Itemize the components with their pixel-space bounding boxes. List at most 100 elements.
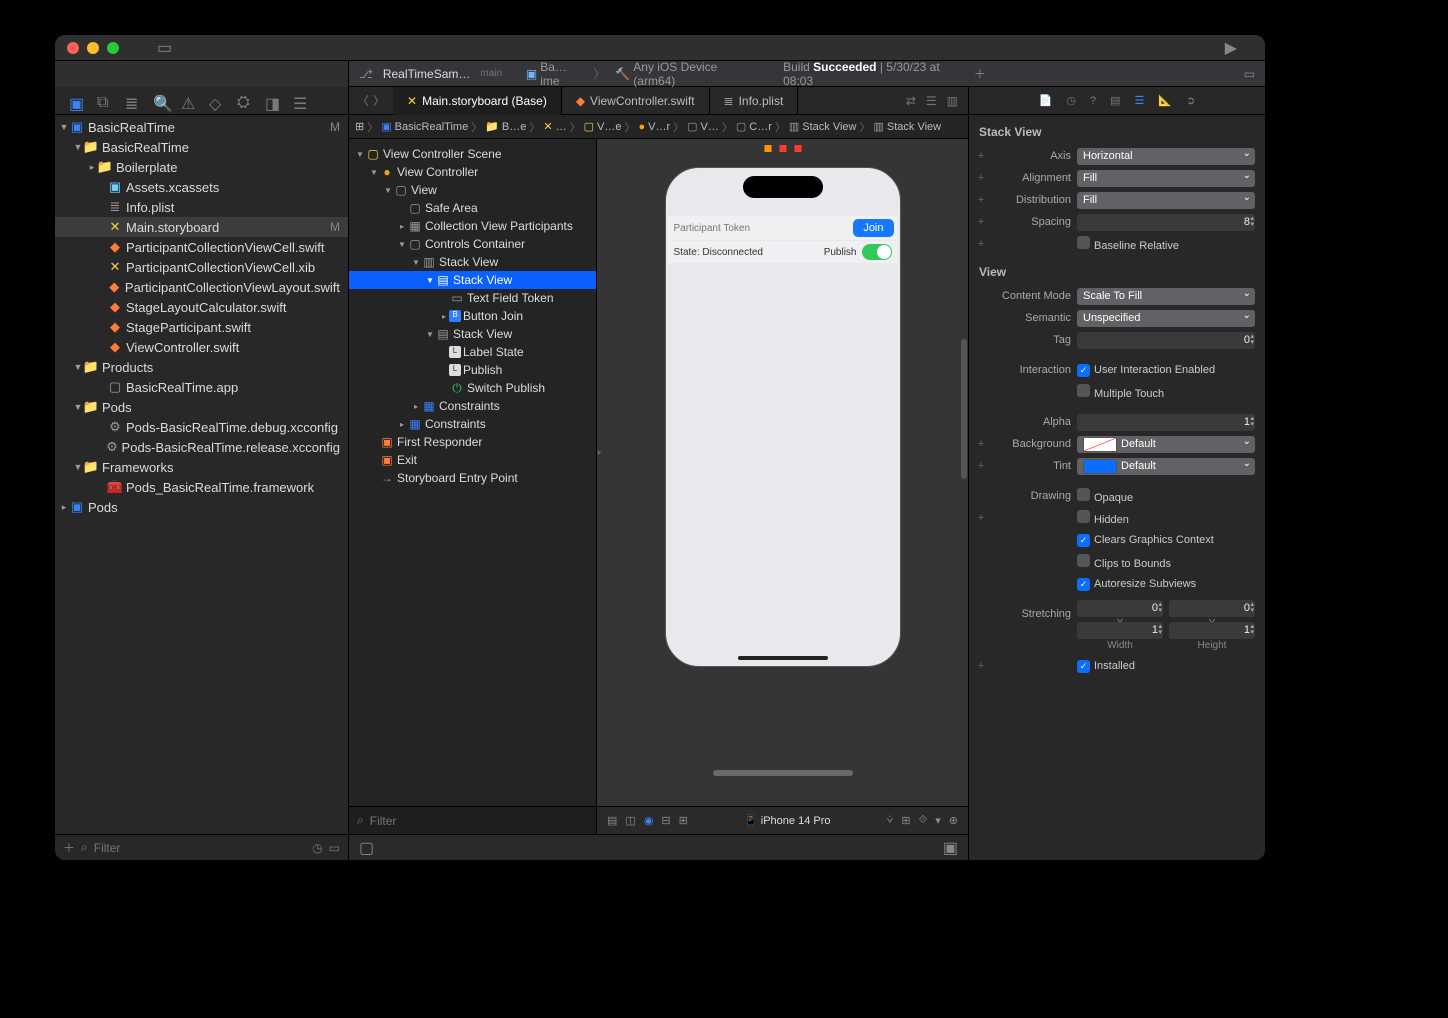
storyboard-canvas[interactable]: → Join State: Disconnected: [597, 139, 968, 806]
tint-select[interactable]: Default: [1077, 458, 1255, 475]
library-icon[interactable]: ⊕: [949, 814, 958, 827]
axis-select[interactable]: Horizontal: [1077, 148, 1255, 165]
outline-label-state[interactable]: LLabel State: [349, 343, 596, 361]
outline-constraints2[interactable]: ▸▦Constraints: [349, 415, 596, 433]
preview-join-button[interactable]: Join: [853, 219, 893, 237]
history-inspector-icon[interactable]: ◷: [1066, 94, 1076, 107]
close-window-button[interactable]: [67, 42, 79, 54]
navigator-filter-input[interactable]: [94, 841, 306, 855]
file-inspector-icon[interactable]: 📄: [1039, 94, 1053, 107]
attributes-inspector-icon[interactable]: ☰: [1135, 94, 1145, 107]
alpha-input[interactable]: 1▴▾: [1077, 414, 1255, 431]
forward-button[interactable]: 〉: [373, 92, 385, 109]
stretch-x-input[interactable]: 0▴▾: [1077, 600, 1163, 617]
tab-viewcontroller[interactable]: ◆ViewController.swift: [562, 87, 710, 115]
outline-first-responder[interactable]: ▣First Responder: [349, 433, 596, 451]
tree-frameworks[interactable]: ▼📁Frameworks: [55, 457, 348, 477]
tree-products[interactable]: ▼📁Products: [55, 357, 348, 377]
baseline-checkbox[interactable]: [1077, 236, 1090, 249]
align-icon[interactable]: ⩒: [887, 814, 894, 827]
outline-cc[interactable]: ▼▢Controls Container: [349, 235, 596, 253]
find-nav-icon[interactable]: 🔍: [153, 94, 167, 108]
outline-btn[interactable]: ▸BButton Join: [349, 307, 596, 325]
multitouch-checkbox[interactable]: [1077, 384, 1090, 397]
tree-pccell-swift[interactable]: ◆ParticipantCollectionViewCell.swift: [55, 237, 348, 257]
project-nav-icon[interactable]: ▣: [69, 94, 83, 108]
outline-view[interactable]: ▼▢View: [349, 181, 596, 199]
stretch-h-input[interactable]: 1▴▾: [1169, 622, 1255, 639]
tree-app[interactable]: ▢BasicRealTime.app: [55, 377, 348, 397]
toggle-inspector-icon[interactable]: ▭: [1244, 67, 1255, 81]
project-name[interactable]: RealTimeSam…: [383, 67, 471, 81]
tree-pods-release[interactable]: ⚙Pods-BasicRealTime.release.xcconfig: [55, 437, 348, 457]
breakpoint-nav-icon[interactable]: ◨: [265, 94, 279, 108]
back-button[interactable]: 〈: [357, 92, 369, 109]
cgc-checkbox[interactable]: ✓: [1077, 534, 1090, 547]
tree-stagepart[interactable]: ◆StageParticipant.swift: [55, 317, 348, 337]
preview-token-field[interactable]: [668, 223, 854, 234]
outline-switch[interactable]: ⏻Switch Publish: [349, 379, 596, 397]
recent-filter-icon[interactable]: ◷: [312, 841, 322, 855]
tree-main-storyboard[interactable]: ✕Main.storyboardM: [55, 217, 348, 237]
alignment-select[interactable]: Fill: [1077, 170, 1255, 187]
report-nav-icon[interactable]: ☰: [293, 94, 307, 108]
add-editor-icon[interactable]: ▥: [947, 94, 958, 108]
outline-filter-input[interactable]: [370, 814, 588, 828]
tree-pods-root[interactable]: ▸▣Pods: [55, 497, 348, 517]
related-items-icon[interactable]: ⇄: [906, 94, 916, 108]
installed-checkbox[interactable]: ✓: [1077, 660, 1090, 673]
debug-toggle-icon[interactable]: ▢: [359, 838, 374, 858]
tree-root[interactable]: ▼▣BasicRealTimeM: [55, 117, 348, 137]
tree-assets[interactable]: ▣Assets.xcassets: [55, 177, 348, 197]
stretch-w-input[interactable]: 1▴▾: [1077, 622, 1163, 639]
outline-label-publish[interactable]: LPublish: [349, 361, 596, 379]
tab-main-storyboard[interactable]: ✕Main.storyboard (Base): [393, 87, 562, 115]
hidden-checkbox[interactable]: [1077, 510, 1090, 523]
tree-stagecalc[interactable]: ◆StageLayoutCalculator.swift: [55, 297, 348, 317]
source-control-nav-icon[interactable]: ⧉: [97, 94, 111, 108]
size-inspector-icon[interactable]: 📐: [1158, 94, 1172, 107]
destination-crumb[interactable]: 🔨 Any iOS Device (arm64): [615, 60, 755, 88]
tree-pods-group[interactable]: ▼📁Pods: [55, 397, 348, 417]
adjust-icon[interactable]: ◫: [625, 814, 635, 827]
document-outline[interactable]: ▼▢View Controller Scene ▼●View Controlle…: [349, 139, 597, 806]
outline-sv1[interactable]: ▼▥Stack View: [349, 253, 596, 271]
opaque-checkbox[interactable]: [1077, 488, 1090, 501]
adjust-editor-icon[interactable]: ☰: [926, 94, 937, 108]
zoom-in-icon[interactable]: ⊞: [679, 814, 688, 827]
background-select[interactable]: Default: [1077, 436, 1255, 453]
v-scrollbar[interactable]: [961, 339, 967, 479]
tree-target[interactable]: ▼📁BasicRealTime: [55, 137, 348, 157]
device-preview[interactable]: Join State: Disconnected Publish: [665, 167, 901, 667]
outline-safe-area[interactable]: ▢Safe Area: [349, 199, 596, 217]
uie-checkbox[interactable]: ✓: [1077, 364, 1090, 377]
preview-variants-icon[interactable]: ◉: [644, 814, 654, 827]
file-tree[interactable]: ▼▣BasicRealTimeM ▼📁BasicRealTime ▸📁Boile…: [55, 115, 348, 834]
tree-info[interactable]: ≣Info.plist: [55, 197, 348, 217]
jump-bar[interactable]: ⊞ 〉 ▣BasicRealTime〉 📁B…e〉 ✕…〉 ▢V…e〉 ●V…r…: [349, 115, 968, 139]
related-icon[interactable]: ⊞: [355, 120, 364, 133]
asv-checkbox[interactable]: ✓: [1077, 578, 1090, 591]
add-attr-button[interactable]: +: [975, 150, 987, 162]
zoom-out-icon[interactable]: ⊟: [661, 814, 670, 827]
pin-icon[interactable]: ⊞: [901, 814, 910, 827]
outline-entry[interactable]: →Storyboard Entry Point: [349, 469, 596, 487]
connections-inspector-icon[interactable]: ➲: [1186, 94, 1195, 107]
add-editor-button[interactable]: ＋: [974, 65, 986, 82]
scheme-crumb[interactable]: ▣ Ba…ime: [526, 60, 583, 88]
tree-boilerplate[interactable]: ▸📁Boilerplate: [55, 157, 348, 177]
tree-pods-debug[interactable]: ⚙Pods-BasicRealTime.debug.xcconfig: [55, 417, 348, 437]
outline-exit[interactable]: ▣Exit: [349, 451, 596, 469]
issue-nav-icon[interactable]: ⚠: [181, 94, 195, 108]
outline-constraints1[interactable]: ▸▦Constraints: [349, 397, 596, 415]
distribution-select[interactable]: Fill: [1077, 192, 1255, 209]
tree-vc[interactable]: ◆ViewController.swift: [55, 337, 348, 357]
scm-filter-icon[interactable]: ▭: [329, 841, 340, 855]
test-nav-icon[interactable]: ◇: [209, 94, 223, 108]
spacing-input[interactable]: 8▴▾: [1077, 214, 1255, 231]
ctb-checkbox[interactable]: [1077, 554, 1090, 567]
run-button[interactable]: ▶: [1225, 38, 1237, 58]
tree-pccell-xib[interactable]: ✕ParticipantCollectionViewCell.xib: [55, 257, 348, 277]
device-picker[interactable]: 📱 iPhone 14 Pro: [698, 814, 877, 827]
stretch-y-input[interactable]: 0▴▾: [1169, 600, 1255, 617]
